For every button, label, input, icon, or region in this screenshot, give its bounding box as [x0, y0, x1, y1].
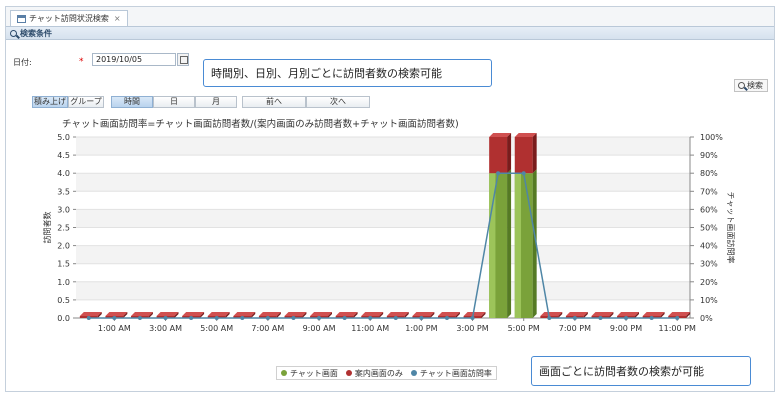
rate-point	[496, 171, 501, 176]
y-tick-label: 5.0	[57, 133, 70, 142]
y2-tick-label: 60%	[700, 205, 718, 214]
y2-tick-label: 30%	[700, 260, 718, 269]
y2-tick-label: 80%	[700, 169, 718, 178]
grid-band	[76, 209, 690, 228]
y2-tick-label: 40%	[700, 242, 718, 251]
y-tick-label: 2.5	[57, 224, 70, 233]
x-tick-label: 9:00 PM	[610, 324, 642, 333]
y-tick-label: 1.5	[57, 260, 70, 269]
x-tick-label: 5:00 AM	[200, 324, 233, 333]
y2-tick-label: 0%	[700, 314, 713, 323]
rate-point	[419, 316, 424, 320]
y-tick-label: 0.0	[57, 314, 70, 323]
y2-tick-label: 100%	[700, 133, 723, 142]
y2-tick-label: 50%	[700, 224, 718, 233]
grid-band	[76, 281, 690, 300]
legend-guide-only-marker	[345, 370, 352, 376]
rate-point	[649, 316, 654, 320]
legend-guide-only[interactable]: 案内画面のみ	[345, 368, 403, 379]
legend-guide-only-label: 案内画面のみ	[354, 368, 403, 378]
grid-band	[76, 173, 690, 192]
legend-visit-rate[interactable]: チャット画面訪問率	[410, 368, 492, 379]
y-tick-label: 3.0	[57, 205, 70, 214]
rate-point	[137, 316, 142, 320]
y-tick-label: 4.0	[57, 169, 70, 178]
rate-point	[342, 316, 347, 320]
y-tick-label: 4.5	[57, 151, 70, 160]
bar-guide-only-side	[507, 133, 512, 174]
y-tick-label: 1.0	[57, 278, 70, 287]
x-tick-label: 9:00 AM	[303, 324, 336, 333]
y2-tick-label: 90%	[700, 151, 718, 160]
x-tick-label: 11:00 PM	[659, 324, 696, 333]
rate-point	[624, 316, 629, 320]
rate-point	[572, 316, 577, 320]
rate-point	[189, 316, 194, 320]
rate-point	[368, 316, 373, 320]
callout-bottom: 画面ごとに訪問者数の検索が可能	[531, 356, 751, 386]
rate-point	[163, 316, 168, 320]
chart-legend: チャット画面 案内画面のみ チャット画面訪問率	[276, 366, 497, 380]
x-tick-label: 7:00 AM	[251, 324, 284, 333]
rate-point	[470, 316, 475, 320]
rate-point	[547, 316, 552, 320]
legend-chat-screen[interactable]: チャット画面	[281, 368, 338, 379]
y-axis-title: 訪問者数	[42, 212, 52, 244]
bar-guide-only	[514, 137, 533, 174]
y2-axis-title: チャット画面訪問率	[726, 192, 736, 264]
x-tick-label: 11:00 AM	[351, 324, 389, 333]
rate-point	[265, 316, 270, 320]
y-tick-label: 2.0	[57, 242, 70, 251]
bar-chat-screen-highlight	[514, 173, 522, 318]
y-tick-label: 0.5	[57, 296, 70, 305]
rate-point	[598, 316, 603, 320]
bar-chat-screen-side	[507, 169, 512, 318]
x-tick-label: 7:00 PM	[559, 324, 591, 333]
x-tick-label: 5:00 PM	[508, 324, 540, 333]
rate-point	[112, 316, 117, 320]
bar-guide-only	[489, 137, 508, 174]
legend-visit-rate-marker	[410, 370, 417, 376]
visitor-chart: 0.0 0.5 1.0 1.5 2.0 2.5 3.0 3.5 4.0 4.5 5.0 0% 10% 20…	[42, 133, 736, 333]
legend-chat-screen-marker	[281, 370, 287, 376]
y2-tick-label: 70%	[700, 187, 718, 196]
legend-chat-screen-label: チャット画面	[290, 368, 338, 378]
x-tick-label: 1:00 AM	[98, 324, 131, 333]
rate-point	[214, 316, 219, 320]
rate-point	[444, 316, 449, 320]
rate-point	[317, 316, 322, 320]
rate-point	[86, 316, 91, 320]
y-tick-label: 3.5	[57, 187, 70, 196]
bar-guide-only-side	[532, 133, 537, 174]
x-tick-label: 1:00 PM	[405, 324, 437, 333]
rate-point	[240, 316, 245, 320]
grid-band	[76, 245, 690, 264]
x-tick-label: 3:00 AM	[149, 324, 182, 333]
rate-point	[291, 316, 296, 320]
legend-visit-rate-label: チャット画面訪問率	[419, 368, 492, 378]
grid-band	[76, 137, 690, 156]
y2-tick-label: 20%	[700, 278, 718, 287]
rate-point	[521, 171, 526, 176]
x-tick-label: 3:00 PM	[456, 324, 488, 333]
rate-point	[393, 316, 398, 320]
rate-point	[675, 316, 680, 320]
y2-tick-label: 10%	[700, 296, 718, 305]
